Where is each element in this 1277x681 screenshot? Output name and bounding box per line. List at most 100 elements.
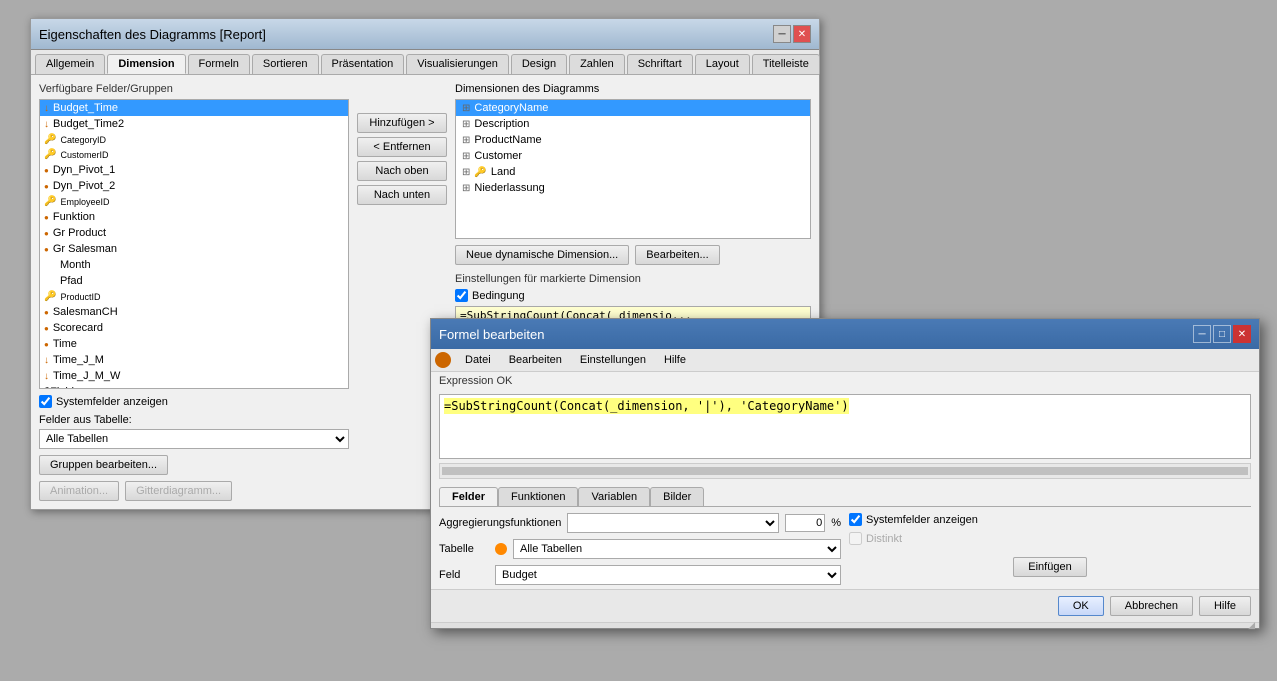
- formula-tab-felder[interactable]: Felder: [439, 487, 498, 506]
- tab-praesentation[interactable]: Präsentation: [321, 54, 405, 74]
- animation-button[interactable]: Animation...: [39, 481, 119, 501]
- list-item[interactable]: ●Scorecard: [40, 320, 348, 336]
- feld-label: Feld: [439, 569, 489, 581]
- tabs-bar: Allgemein Dimension Formeln Sortieren Pr…: [31, 50, 819, 75]
- list-item[interactable]: Pfad: [40, 273, 348, 289]
- abbrechen-button[interactable]: Abbrechen: [1110, 596, 1193, 616]
- condition-checkbox[interactable]: [455, 289, 468, 302]
- tab-sortieren[interactable]: Sortieren: [252, 54, 319, 74]
- systemfeld-label: Systemfelder anzeigen: [866, 514, 978, 526]
- resize-handle[interactable]: ◢: [431, 622, 1259, 628]
- formula-title-bar: Formel bearbeiten ─ □ ✕: [431, 319, 1259, 349]
- tab-layout[interactable]: Layout: [695, 54, 750, 74]
- dim-item[interactable]: ⊞ Customer: [456, 148, 810, 164]
- formula-minimize-button[interactable]: ─: [1193, 325, 1211, 343]
- dim-item[interactable]: ⊞ CategoryName: [456, 100, 810, 116]
- percent-input[interactable]: [785, 514, 825, 532]
- feld-select[interactable]: Budget: [495, 565, 841, 585]
- list-item[interactable]: ●Dyn_Pivot_2: [40, 178, 348, 194]
- list-item[interactable]: ●Time: [40, 336, 348, 352]
- list-item[interactable]: ↓Time_J_M: [40, 352, 348, 368]
- list-item[interactable]: 🔑CategoryID: [40, 132, 348, 147]
- list-item[interactable]: ↓Budget_Time2: [40, 116, 348, 132]
- formula-dialog-title: Formel bearbeiten: [439, 327, 545, 342]
- distinkt-label: Distinkt: [866, 533, 902, 545]
- list-item[interactable]: ●SalesmanCH: [40, 304, 348, 320]
- circle-icon: ●: [44, 166, 49, 175]
- entfernen-button[interactable]: < Entfernen: [357, 137, 447, 157]
- gruppen-bearbeiten-button[interactable]: Gruppen bearbeiten...: [39, 455, 168, 475]
- circle-icon: ●: [44, 340, 49, 349]
- dim-item[interactable]: ⊞ ProductName: [456, 132, 810, 148]
- list-item[interactable]: 🔑EmployeeID: [40, 194, 348, 209]
- menu-hilfe[interactable]: Hilfe: [656, 351, 694, 369]
- dim-item[interactable]: ⊞ Description: [456, 116, 810, 132]
- formula-maximize-button[interactable]: □: [1213, 325, 1231, 343]
- bearbeiten-button[interactable]: Bearbeiten...: [635, 245, 719, 265]
- distinkt-checkbox[interactable]: [849, 532, 862, 545]
- nach-oben-button[interactable]: Nach oben: [357, 161, 447, 181]
- formula-dialog: Formel bearbeiten ─ □ ✕ Datei Bearbeiten…: [430, 318, 1260, 629]
- circle-icon: ●: [44, 229, 49, 238]
- formula-menu-bar: Datei Bearbeiten Einstellungen Hilfe: [431, 349, 1259, 372]
- dim-item[interactable]: ⊞ 🔑 Land: [456, 164, 810, 180]
- formula-tab-bilder[interactable]: Bilder: [650, 487, 704, 506]
- hinzufuegen-button[interactable]: Hinzufügen >: [357, 113, 447, 133]
- tab-zahlen[interactable]: Zahlen: [569, 54, 625, 74]
- tab-dimension[interactable]: Dimension: [107, 54, 185, 74]
- arrow-icon: ↓: [44, 355, 49, 366]
- key-icon: 🔑: [44, 134, 56, 145]
- list-item[interactable]: ●Gr Product: [40, 225, 348, 241]
- ok-button[interactable]: OK: [1058, 596, 1104, 616]
- minimize-button[interactable]: ─: [773, 25, 791, 43]
- formula-title-buttons: ─ □ ✕: [1193, 325, 1251, 343]
- list-item[interactable]: ●Gr Salesman: [40, 241, 348, 257]
- orange-dot-icon: [495, 543, 507, 555]
- fields-right: Systemfelder anzeigen Distinkt Einfügen: [849, 513, 1251, 585]
- tab-allgemein[interactable]: Allgemein: [35, 54, 105, 74]
- menu-einstellungen[interactable]: Einstellungen: [572, 351, 654, 369]
- tab-titelleiste[interactable]: Titelleiste: [752, 54, 820, 74]
- hilfe-button[interactable]: Hilfe: [1199, 596, 1251, 616]
- nach-unten-button[interactable]: Nach unten: [357, 185, 447, 205]
- tabelle-select[interactable]: Alle Tabellen: [513, 539, 841, 559]
- key-icon: 🔑: [474, 167, 486, 178]
- list-item[interactable]: Month: [40, 257, 348, 273]
- system-fields-checkbox[interactable]: [39, 395, 52, 408]
- arrow-icon: ↓: [44, 119, 49, 130]
- main-dialog-title-bar: Eigenschaften des Diagramms [Report] ─ ✕: [31, 19, 819, 50]
- formula-tab-funktionen[interactable]: Funktionen: [498, 487, 578, 506]
- table-dropdown[interactable]: Alle Tabellen: [39, 429, 349, 449]
- tab-design[interactable]: Design: [511, 54, 567, 74]
- fields-list[interactable]: ↓Budget_Time ↓Budget_Time2 🔑CategoryID 🔑…: [39, 99, 349, 389]
- formula-hscrollbar[interactable]: [439, 463, 1251, 479]
- list-item[interactable]: $Field: [40, 384, 348, 389]
- table-dropdown-row: Felder aus Tabelle: Alle Tabellen: [39, 414, 349, 449]
- einfuegen-button[interactable]: Einfügen: [1013, 557, 1086, 577]
- formula-close-button[interactable]: ✕: [1233, 325, 1251, 343]
- formula-tab-variablen[interactable]: Variablen: [578, 487, 650, 506]
- menu-datei[interactable]: Datei: [457, 351, 499, 369]
- dimensions-label: Dimensionen des Diagramms: [455, 83, 811, 95]
- dimensions-list[interactable]: ⊞ CategoryName ⊞ Description ⊞ ProductNa…: [455, 99, 811, 239]
- fields-section: Aggregierungsfunktionen % Tabelle Alle T…: [439, 513, 1251, 585]
- list-item[interactable]: 🔑CustomerID: [40, 147, 348, 162]
- list-item[interactable]: ●Funktion: [40, 209, 348, 225]
- close-button[interactable]: ✕: [793, 25, 811, 43]
- list-item[interactable]: ↓Time_J_M_W: [40, 368, 348, 384]
- aggregierung-select[interactable]: [567, 513, 779, 533]
- dim-item[interactable]: ⊞ Niederlassung: [456, 180, 810, 196]
- left-panel: Verfügbare Felder/Gruppen ↓Budget_Time ↓…: [39, 83, 349, 501]
- list-item[interactable]: ↓Budget_Time: [40, 100, 348, 116]
- gitter-diagramm-button[interactable]: Gitterdiagramm...: [125, 481, 232, 501]
- circle-icon: ●: [44, 213, 49, 222]
- systemfeld-checkbox[interactable]: [849, 513, 862, 526]
- menu-bearbeiten[interactable]: Bearbeiten: [501, 351, 570, 369]
- tab-schriftart[interactable]: Schriftart: [627, 54, 693, 74]
- list-item[interactable]: 🔑ProductID: [40, 289, 348, 304]
- tab-formeln[interactable]: Formeln: [188, 54, 250, 74]
- formula-editor[interactable]: =SubStringCount(Concat(_dimension, '|'),…: [439, 394, 1251, 459]
- tab-visualisierungen[interactable]: Visualisierungen: [406, 54, 509, 74]
- neue-dim-button[interactable]: Neue dynamische Dimension...: [455, 245, 629, 265]
- list-item[interactable]: ●Dyn_Pivot_1: [40, 162, 348, 178]
